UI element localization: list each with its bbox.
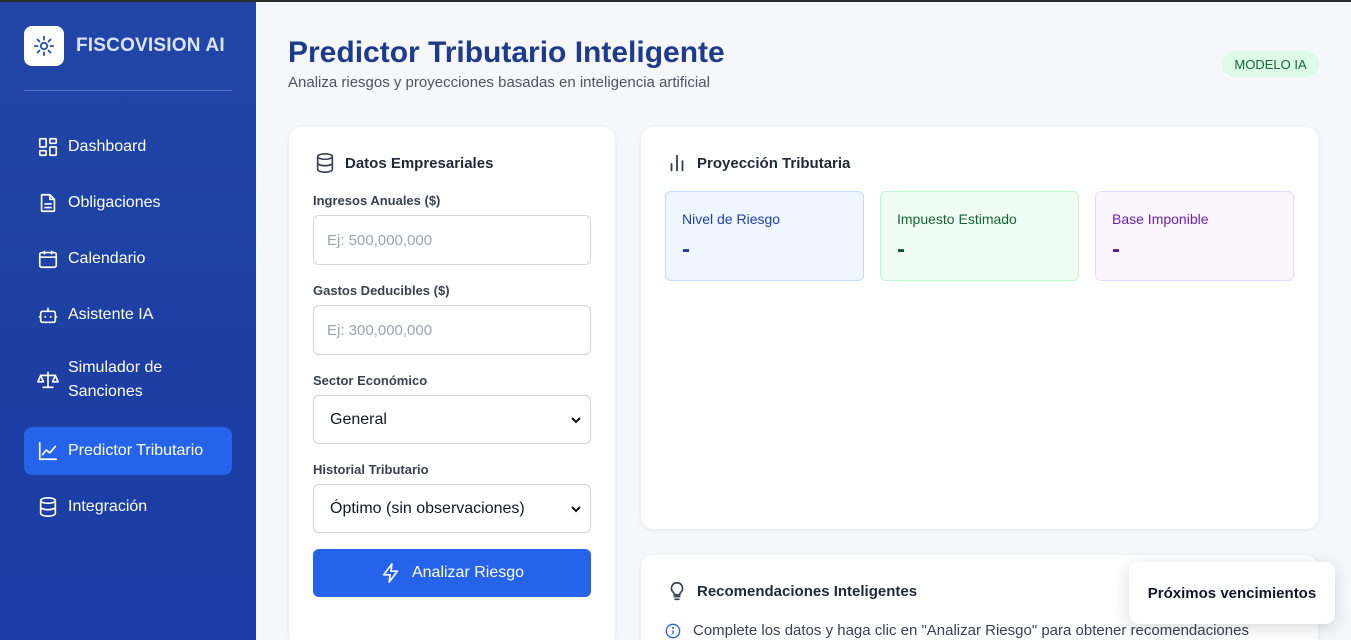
sidebar-item-integracion[interactable]: Integración xyxy=(24,483,232,531)
sidebar: FISCOVISION AI Dashboard Obligaciones Ca… xyxy=(0,2,256,640)
gastos-input[interactable] xyxy=(313,305,591,355)
page-subtitle: Analiza riesgos y proyecciones basadas e… xyxy=(288,74,710,91)
sidebar-item-predictor-tributario[interactable]: Predictor Tributario xyxy=(24,427,232,475)
document-icon xyxy=(37,192,59,214)
model-badge: MODELO IA xyxy=(1222,51,1319,77)
sidebar-item-simulador-sanciones[interactable]: Simulador de Sanciones xyxy=(24,347,232,413)
sidebar-item-label: Dashboard xyxy=(68,138,147,155)
scale-icon xyxy=(37,369,59,391)
sidebar-item-label: Obligaciones xyxy=(68,194,161,211)
brand[interactable]: FISCOVISION AI xyxy=(24,26,225,66)
analyze-risk-button[interactable]: Analizar Riesgo xyxy=(313,549,591,597)
card-title-text: Datos Empresariales xyxy=(345,154,494,172)
database-icon xyxy=(37,496,59,518)
sector-select[interactable]: General xyxy=(313,395,591,444)
card-title-text: Recomendaciones Inteligentes xyxy=(697,582,918,600)
chart-line-icon xyxy=(37,440,59,462)
card-title: Datos Empresariales xyxy=(313,151,493,175)
label-line-2: Sanciones xyxy=(68,383,143,400)
estimated-tax-metric: Impuesto Estimado - xyxy=(880,191,1079,281)
historial-label: Historial Tributario xyxy=(313,462,429,477)
sidebar-item-label: Calendario xyxy=(68,250,146,267)
metric-value: - xyxy=(682,236,690,263)
sun-logo-icon xyxy=(24,26,64,66)
sector-label: Sector Económico xyxy=(313,373,428,388)
metric-label: Impuesto Estimado xyxy=(897,211,1017,227)
brand-name: FISCOVISION AI xyxy=(76,35,225,56)
calendar-icon xyxy=(37,248,59,270)
dashboard-icon xyxy=(37,136,59,158)
lightbulb-icon xyxy=(665,579,689,603)
tax-projection-card: Proyección Tributaria Nivel de Riesgo - … xyxy=(641,127,1318,529)
sidebar-item-asistente-ia[interactable]: Asistente IA xyxy=(24,291,232,339)
sidebar-item-label: Simulador de Sanciones xyxy=(68,356,162,404)
lightning-icon xyxy=(380,562,402,584)
info-text: Complete los datos y haga clic en "Anali… xyxy=(693,622,1249,639)
chevron-down-icon xyxy=(570,413,582,431)
card-title-text: Proyección Tributaria xyxy=(697,154,851,172)
historial-selected-value: Óptimo (sin observaciones) xyxy=(330,499,525,517)
metric-label: Base Imponible xyxy=(1112,211,1209,227)
recommendations-info: Complete los datos y haga clic en "Anali… xyxy=(665,622,1249,639)
ingresos-label: Ingresos Anuales ($) xyxy=(313,193,441,208)
taxable-base-metric: Base Imponible - xyxy=(1095,191,1294,281)
business-data-card: Datos Empresariales Ingresos Anuales ($)… xyxy=(289,127,615,640)
sidebar-item-obligaciones[interactable]: Obligaciones xyxy=(24,179,232,227)
sidebar-item-label: Integración xyxy=(68,498,148,515)
info-icon xyxy=(665,623,681,639)
database-icon xyxy=(313,151,337,175)
sidebar-divider xyxy=(24,90,232,91)
toast-label: Próximos vencimientos xyxy=(1147,584,1317,602)
sidebar-item-calendario[interactable]: Calendario xyxy=(24,235,232,283)
sidebar-item-dashboard[interactable]: Dashboard xyxy=(24,123,232,171)
sidebar-item-label: Predictor Tributario xyxy=(68,442,204,459)
ingresos-input[interactable] xyxy=(313,215,591,265)
sector-selected-value: General xyxy=(330,410,387,428)
page-title: Predictor Tributario Inteligente xyxy=(288,36,725,69)
upcoming-deadlines-popup[interactable]: Próximos vencimientos xyxy=(1129,562,1335,624)
historial-select[interactable]: Óptimo (sin observaciones) xyxy=(313,484,591,533)
card-title: Recomendaciones Inteligentes xyxy=(665,579,917,603)
metric-label: Nivel de Riesgo xyxy=(682,211,781,227)
risk-level-metric: Nivel de Riesgo - xyxy=(665,191,864,281)
bar-chart-icon xyxy=(665,151,689,175)
card-title: Proyección Tributaria xyxy=(665,151,850,175)
metric-value: - xyxy=(1112,236,1120,263)
robot-icon xyxy=(37,304,59,326)
analyze-risk-label: Analizar Riesgo xyxy=(411,564,525,581)
sidebar-item-label: Asistente IA xyxy=(68,306,154,323)
label-line-1: Simulador de xyxy=(68,359,163,376)
gastos-label: Gastos Deducibles ($) xyxy=(313,283,450,298)
metric-value: - xyxy=(897,236,905,263)
chevron-down-icon xyxy=(570,502,582,520)
